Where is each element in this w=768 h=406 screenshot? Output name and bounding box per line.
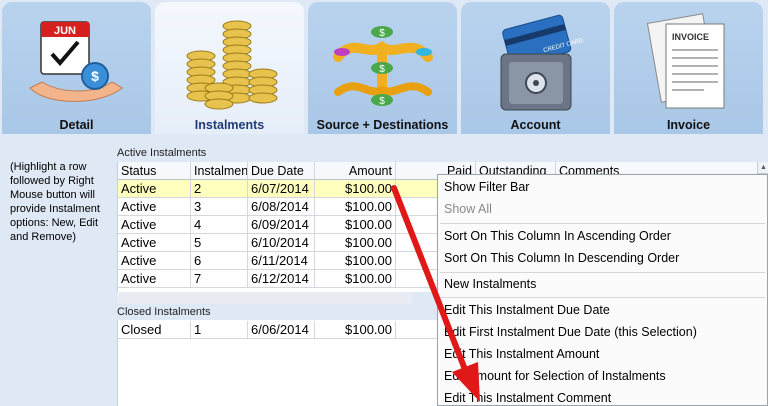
tab-instalments[interactable]: Instalments bbox=[155, 2, 304, 134]
cell-status: Active bbox=[118, 216, 191, 234]
menu-item-edit-amount[interactable]: Edit This Instalment Amount bbox=[438, 343, 767, 365]
tab-label: Account bbox=[510, 118, 561, 132]
tab-label: Detail bbox=[59, 118, 94, 132]
cell-due-date: 6/11/2014 bbox=[248, 252, 315, 270]
active-instalments-heading: Active Instalments bbox=[117, 147, 207, 159]
menu-item-edit-comment[interactable]: Edit This Instalment Comment bbox=[438, 387, 767, 406]
menu-separator bbox=[440, 223, 765, 224]
invoice-documents-icon: INVOICE bbox=[646, 13, 725, 109]
calendar-hand-dollar-icon: JUN $ bbox=[29, 21, 123, 102]
calendar-month: JUN bbox=[54, 25, 76, 37]
cell-due-date: 6/12/2014 bbox=[248, 270, 315, 288]
cell-amount: $100.00 bbox=[315, 321, 396, 339]
menu-item-sort-ascending[interactable]: Sort On This Column In Ascending Order bbox=[438, 225, 767, 247]
module-tab-bar: JUN $ Detail Instalments $ $ $ Source + … bbox=[0, 0, 768, 134]
cell-status: Active bbox=[118, 270, 191, 288]
cell-instalment: 2 bbox=[191, 180, 248, 198]
col-instalment-header[interactable]: Instalment bbox=[191, 162, 248, 180]
cell-amount: $100.00 bbox=[315, 252, 396, 270]
cell-instalment: 1 bbox=[191, 321, 248, 339]
cell-due-date: 6/08/2014 bbox=[248, 198, 315, 216]
instalment-context-menu: Show Filter Bar Show All Sort On This Co… bbox=[437, 174, 768, 406]
cell-status: Closed bbox=[118, 321, 191, 339]
cell-amount: $100.00 bbox=[315, 270, 396, 288]
scroll-up-icon[interactable]: ▲ bbox=[758, 162, 768, 174]
cell-amount: $100.00 bbox=[315, 180, 396, 198]
cell-due-date: 6/07/2014 bbox=[248, 180, 315, 198]
tab-invoice[interactable]: INVOICE Invoice bbox=[614, 2, 763, 134]
cell-instalment: 4 bbox=[191, 216, 248, 234]
cell-instalment: 6 bbox=[191, 252, 248, 270]
cell-status: Active bbox=[118, 252, 191, 270]
svg-text:$: $ bbox=[379, 28, 385, 39]
cell-status: Active bbox=[118, 180, 191, 198]
cell-due-date: 6/09/2014 bbox=[248, 216, 315, 234]
menu-item-show-all: Show All bbox=[444, 202, 492, 216]
cell-instalment: 3 bbox=[191, 198, 248, 216]
cell-instalment: 7 bbox=[191, 270, 248, 288]
tab-account[interactable]: CREDIT CARD Account bbox=[461, 2, 610, 134]
menu-item-new-instalments[interactable]: New Instalments bbox=[438, 273, 767, 295]
card-safe-icon: CREDIT CARD bbox=[500, 14, 585, 111]
col-status-header[interactable]: Status bbox=[118, 162, 191, 180]
tab-label: Instalments bbox=[194, 118, 265, 132]
cell-status: Active bbox=[118, 198, 191, 216]
grid-horizontal-scrollbar[interactable] bbox=[117, 292, 412, 304]
coin-stacks-icon bbox=[186, 20, 278, 110]
invoice-doc-text: INVOICE bbox=[672, 32, 709, 42]
cell-instalment: 5 bbox=[191, 234, 248, 252]
col-amount-header[interactable]: Amount bbox=[315, 162, 396, 180]
menu-separator bbox=[440, 297, 765, 298]
cell-amount: $100.00 bbox=[315, 234, 396, 252]
svg-text:$: $ bbox=[379, 64, 385, 75]
svg-text:$: $ bbox=[379, 96, 385, 107]
menu-item-edit-amount-selection[interactable]: Edit Amount for Selection of Instalments bbox=[438, 365, 767, 387]
money-flow-icon: $ $ $ bbox=[333, 26, 433, 107]
cell-amount: $100.00 bbox=[315, 198, 396, 216]
svg-text:$: $ bbox=[91, 68, 99, 84]
cell-status: Active bbox=[118, 234, 191, 252]
menu-item-edit-first-due-date[interactable]: Edit First Instalment Due Date (this Sel… bbox=[438, 321, 767, 343]
tab-detail[interactable]: JUN $ Detail bbox=[2, 2, 151, 134]
menu-item-edit-due-date[interactable]: Edit This Instalment Due Date bbox=[438, 299, 767, 321]
menu-item-sort-descending[interactable]: Sort On This Column In Descending Order bbox=[438, 247, 767, 269]
cell-amount: $100.00 bbox=[315, 216, 396, 234]
tab-label: Invoice bbox=[666, 118, 711, 132]
col-due-date-header[interactable]: Due Date bbox=[248, 162, 315, 180]
tab-label: Source + Destinations bbox=[316, 118, 449, 132]
help-note: (Highlight a row followed by Right Mouse… bbox=[10, 161, 100, 243]
tab-source-destinations[interactable]: $ $ $ Source + Destinations bbox=[308, 2, 457, 134]
menu-item-show-filter-bar[interactable]: Show Filter Bar bbox=[438, 176, 767, 198]
cell-due-date: 6/10/2014 bbox=[248, 234, 315, 252]
cell-due-date: 6/06/2014 bbox=[248, 321, 315, 339]
closed-instalments-heading: Closed Instalments bbox=[117, 306, 211, 318]
